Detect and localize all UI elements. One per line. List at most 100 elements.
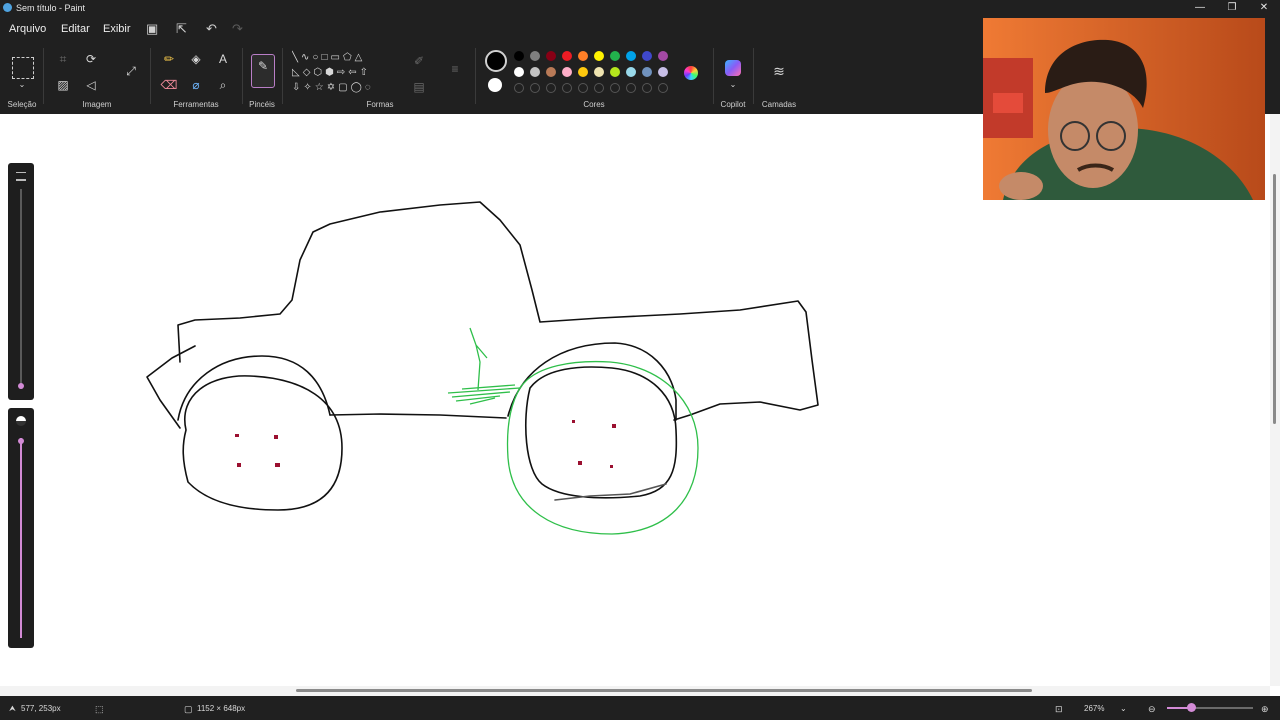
shapes-gallery[interactable]: ╲∿○□▭⬠△ ◺◇⬡⬢⇨⇦⇧ ⇩✧☆✡▢◯◌ [292, 50, 402, 98]
shape-callout-cloud[interactable]: ◌ [365, 82, 374, 93]
color-swatch[interactable] [546, 51, 556, 61]
custom-color-slot[interactable] [658, 83, 668, 93]
custom-color-slot[interactable] [562, 83, 572, 93]
primary-color-swatch[interactable] [485, 50, 507, 72]
menu-view[interactable]: Exibir [103, 23, 131, 35]
shape-star6[interactable]: ✡ [327, 82, 338, 93]
shape-star5[interactable]: ☆ [315, 82, 327, 93]
eraser-icon[interactable]: ⌫ [160, 76, 178, 94]
magnifier-icon[interactable]: ⌕ [214, 76, 232, 94]
copilot-chevron-icon[interactable]: ⌄ [724, 76, 742, 94]
share-icon[interactable]: ⇱ [176, 21, 187, 37]
custom-color-slot[interactable] [610, 83, 620, 93]
color-swatch[interactable] [514, 51, 524, 61]
custom-color-slot[interactable] [578, 83, 588, 93]
brush-size-slider[interactable] [20, 189, 22, 389]
close-button[interactable]: ✕ [1248, 0, 1280, 16]
color-swatch[interactable] [610, 51, 620, 61]
shape-arrow-up[interactable]: ⇧ [360, 67, 371, 78]
custom-color-slot[interactable] [642, 83, 652, 93]
shape-pentagon[interactable]: ⬡ [313, 67, 325, 78]
color-swatch[interactable] [658, 51, 668, 61]
color-swatch[interactable] [562, 51, 572, 61]
outline-icon[interactable]: ✐ [410, 52, 428, 70]
shape-rounded-rectangle[interactable]: ▭ [331, 52, 343, 63]
text-tool-icon[interactable]: A [214, 50, 232, 68]
color-swatch[interactable] [626, 51, 636, 61]
rear-wheel-bolt [612, 424, 616, 428]
color-swatch[interactable] [562, 67, 572, 77]
vertical-scroll-thumb[interactable] [1273, 174, 1276, 424]
shape-arrow-right[interactable]: ⇨ [337, 67, 348, 78]
color-swatch[interactable] [530, 67, 540, 77]
shape-polygon[interactable]: ⬠ [343, 52, 355, 63]
maximize-button[interactable]: ❐ [1216, 0, 1248, 16]
color-swatch[interactable] [626, 67, 636, 77]
opacity-thumb[interactable] [18, 438, 24, 444]
color-swatch[interactable] [530, 51, 540, 61]
brush-size-thumb[interactable] [18, 383, 24, 389]
redo-icon[interactable]: ↷ [232, 21, 243, 37]
truck-front [146, 345, 196, 429]
zoom-in-icon[interactable]: ⊕ [1261, 704, 1269, 715]
menu-file[interactable]: Arquivo [9, 23, 46, 35]
shape-curve[interactable]: ∿ [301, 52, 312, 63]
brushes-button[interactable]: ✎ [251, 54, 275, 88]
zoom-out-icon[interactable]: ⊖ [1148, 704, 1156, 715]
color-swatch[interactable] [578, 51, 588, 61]
fill-bucket-icon[interactable]: ◈ [187, 50, 205, 68]
color-swatch[interactable] [594, 67, 604, 77]
custom-color-slot[interactable] [546, 83, 556, 93]
remove-background-icon[interactable]: ▨ [54, 76, 72, 94]
shape-right-triangle[interactable]: ◺ [292, 67, 303, 78]
color-swatch[interactable] [514, 67, 524, 77]
custom-color-slot[interactable] [530, 83, 540, 93]
resize-icon[interactable]: ⤢ [122, 62, 140, 80]
vertical-scrollbar[interactable] [1270, 114, 1280, 686]
rotate-icon[interactable]: ⟳ [82, 50, 100, 68]
zoom-level[interactable]: 267% [1084, 704, 1104, 713]
save-icon[interactable]: ▣ [146, 21, 158, 37]
size-icon[interactable]: ≡ [446, 60, 464, 78]
shape-callout[interactable]: ▢ [338, 82, 350, 93]
chevron-down-icon[interactable]: ⌄ [13, 76, 31, 94]
brush-icon: ✎ [257, 59, 269, 73]
pencil-icon[interactable]: ✏ [160, 50, 178, 68]
secondary-color-swatch[interactable] [488, 78, 502, 92]
horizontal-scroll-thumb[interactable] [296, 689, 1032, 692]
shape-diamond[interactable]: ◇ [303, 67, 314, 78]
shape-arrow-down[interactable]: ⇩ [292, 82, 303, 93]
custom-color-slot[interactable] [514, 83, 524, 93]
flip-icon[interactable]: ◁ [82, 76, 100, 94]
fill-style-icon[interactable]: ▤ [410, 78, 428, 96]
zoom-slider-thumb[interactable] [1187, 703, 1196, 712]
copilot-icon[interactable] [725, 60, 741, 76]
edit-colors-icon[interactable] [684, 66, 698, 80]
minimize-button[interactable]: — [1184, 0, 1216, 16]
color-swatch[interactable] [610, 67, 620, 77]
crop-icon[interactable]: ⌗ [54, 50, 72, 68]
shape-triangle[interactable]: △ [355, 52, 366, 63]
layers-icon[interactable]: ≋ [770, 62, 788, 80]
color-swatch[interactable] [642, 67, 652, 77]
shape-callout-oval[interactable]: ◯ [351, 82, 365, 93]
shape-hexagon[interactable]: ⬢ [325, 67, 337, 78]
shape-rectangle[interactable]: □ [321, 52, 330, 63]
shape-line[interactable]: ╲ [292, 52, 301, 63]
menu-edit[interactable]: Editar [61, 23, 90, 35]
color-picker-icon[interactable]: ⌀ [187, 76, 205, 94]
color-swatch[interactable] [658, 67, 668, 77]
custom-color-slot[interactable] [626, 83, 636, 93]
zoom-dropdown-icon[interactable]: ⌄ [1120, 704, 1127, 713]
color-swatch[interactable] [578, 67, 588, 77]
shape-arrow-left[interactable]: ⇦ [348, 67, 359, 78]
undo-icon[interactable]: ↶ [206, 21, 217, 37]
shape-star4[interactable]: ✧ [303, 82, 314, 93]
color-swatch[interactable] [546, 67, 556, 77]
custom-color-slot[interactable] [594, 83, 604, 93]
horizontal-scrollbar[interactable] [0, 686, 1270, 696]
color-swatch[interactable] [594, 51, 604, 61]
fit-window-icon[interactable]: ⊡ [1055, 704, 1063, 715]
color-swatch[interactable] [642, 51, 652, 61]
opacity-slider[interactable] [20, 438, 22, 638]
